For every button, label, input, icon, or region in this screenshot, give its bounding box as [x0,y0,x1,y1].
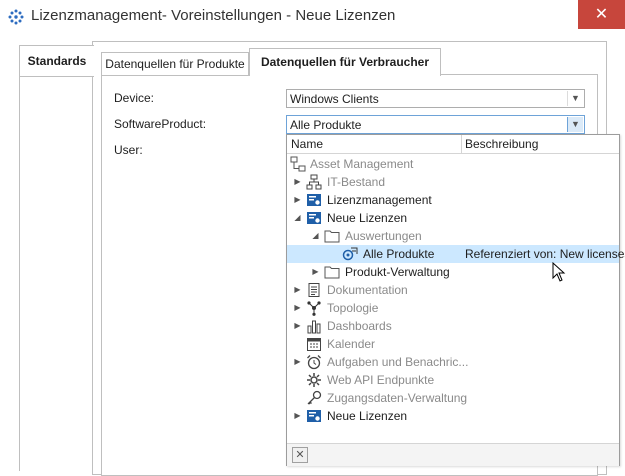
column-description[interactable]: Beschreibung [465,137,538,151]
nav-border [19,75,20,471]
topology-icon [306,300,322,316]
tree-item-label: Auswertungen [345,229,422,243]
software-product-dropdown: Name Beschreibung Asset Management ▶ IT-Be… [286,134,625,466]
tab-datenquellen-verbraucher[interactable]: Datenquellen für Verbraucher [249,48,441,76]
tree-item[interactable]: ▶ Lizenzmanagement [287,191,619,209]
folder-icon [324,228,340,244]
key-icon [306,390,322,406]
chevron-down-icon[interactable]: ▼ [567,91,583,106]
tree-item[interactable]: Alle Produkte Referenziert von: New licen… [287,245,625,263]
device-select[interactable]: Windows Clients ▼ [286,89,585,108]
tree-item-description: Referenziert von: New licenses [465,247,625,261]
tree-item[interactable]: ◢ Auswertungen [287,227,619,245]
license-module-icon [306,408,322,424]
tree-item-label: Dokumentation [327,283,408,297]
tree-item[interactable]: Kalender [287,335,619,353]
tree-item-label: Neue Lizenzen [327,211,408,225]
product-query-icon [342,246,358,262]
tree-item[interactable]: ▶ Aufgaben und Benachric... [287,353,619,371]
tree-item[interactable]: ▶ Dashboards [287,317,619,335]
chart-icon [306,318,322,334]
tree-item-label: Asset Management [310,157,414,171]
tree-item-label: Produkt-Verwaltung [345,265,450,279]
tree-item-label: Lizenzmanagement [327,193,432,207]
tree-item[interactable]: ▶ Topologie [287,299,619,317]
column-name[interactable]: Name [291,137,323,151]
clear-selection-button[interactable]: ✕ [292,447,308,463]
tree-item-label: IT-Bestand [327,175,386,189]
tree-item[interactable]: ▶ Dokumentation [287,281,619,299]
chevron-down-icon[interactable]: ▼ [567,117,583,132]
asset-management-icon [290,156,306,172]
expand-arrow-icon[interactable]: ▶ [293,299,302,317]
tree-item[interactable]: ▶ Neue Lizenzen [287,407,619,425]
tab-datenquellen-produkte[interactable]: Datenquellen für Produkte [101,52,249,76]
device-value: Windows Clients [290,92,379,106]
software-product-value: Alle Produkte [290,118,362,132]
expand-arrow-icon[interactable]: ▶ [293,173,302,191]
close-button[interactable]: ✕ [578,0,625,29]
mouse-cursor-icon [552,261,566,285]
license-module-icon [306,210,322,226]
software-product-select[interactable]: Alle Produkte ▼ [286,115,585,134]
device-label: Device: [114,91,155,105]
user-label: User: [114,143,143,157]
tree-item-label: Alle Produkte [363,247,435,261]
network-icon [306,174,322,190]
expand-arrow-icon[interactable]: ▶ [293,191,302,209]
tree-item-label: Aufgaben und Benachric... [327,355,469,369]
folder-icon [324,264,340,280]
tree-item[interactable]: ◢ Neue Lizenzen [287,209,619,227]
tree-item[interactable]: Web API Endpunkte [287,371,619,389]
tree-item-label: Web API Endpunkte [327,373,435,387]
tree-item-label: Zugangsdaten-Verwaltung [327,391,468,405]
dropdown-footer: ✕ [287,443,619,466]
app-logo-icon [8,9,24,25]
web-api-icon [306,372,322,388]
expand-arrow-icon[interactable]: ▶ [293,353,302,371]
software-product-label: SoftwareProduct: [114,117,207,131]
alarm-clock-icon [306,354,322,370]
collapse-arrow-icon[interactable]: ◢ [311,227,320,245]
tree-item[interactable]: ▶ Produkt-Verwaltung [287,263,619,281]
license-module-icon [306,192,322,208]
tree-item[interactable]: Zugangsdaten-Verwaltung [287,389,619,407]
nav-tab-standards[interactable]: Standards [19,45,94,77]
calendar-icon [306,336,322,352]
column-divider[interactable] [461,135,462,153]
tree-item[interactable]: ▶ IT-Bestand [287,173,619,191]
expand-arrow-icon[interactable]: ▶ [293,407,302,425]
tree-item-label: Neue Lizenzen [327,409,408,423]
expand-arrow-icon[interactable]: ▶ [293,317,302,335]
tree-item-label: Kalender [327,337,376,351]
document-icon [306,282,322,298]
column-header: Name Beschreibung [287,135,619,154]
tree-item-label: Dashboards [327,319,392,333]
tree-item[interactable]: Asset Management [287,155,619,173]
expand-arrow-icon[interactable]: ▶ [311,263,320,281]
collapse-arrow-icon[interactable]: ◢ [293,209,302,227]
expand-arrow-icon[interactable]: ▶ [293,281,302,299]
tree-item-label: Topologie [327,301,379,315]
window-title: Lizenzmanagement- Voreinstellungen - Neu… [31,7,396,24]
